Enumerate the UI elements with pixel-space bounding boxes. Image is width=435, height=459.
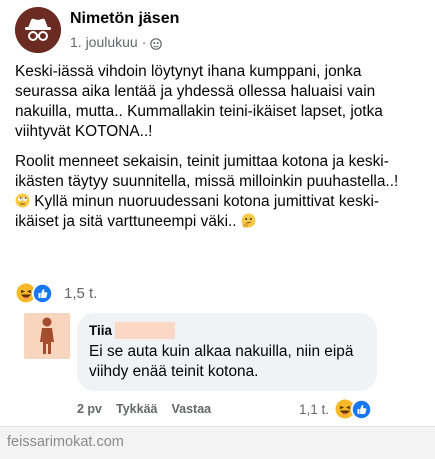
eye-roll-emoji-icon bbox=[15, 193, 30, 208]
comment-reaction-count: 1,1 t. bbox=[299, 401, 330, 417]
post-date[interactable]: 1. joulukuu bbox=[70, 33, 138, 51]
reply-button[interactable]: Vastaa bbox=[171, 402, 211, 416]
author-name[interactable]: Nimetön jäsen bbox=[70, 9, 179, 29]
comment-text: Ei se auta kuin alkaa nakuilla, niin eip… bbox=[89, 343, 354, 380]
avatar[interactable] bbox=[24, 313, 70, 359]
post-body: Keski-iässä vihdoin löytynyt ihana kumpp… bbox=[15, 62, 415, 242]
comment-time[interactable]: 2 pv bbox=[77, 402, 102, 416]
post-paragraph-2a: Roolit menneet sekaisin, teinit jumittaa… bbox=[15, 153, 399, 190]
reaction-icons bbox=[16, 282, 56, 304]
comment-actions: 2 pv Tykkää Vastaa bbox=[77, 402, 225, 416]
comment-author-name[interactable]: Tiia bbox=[89, 322, 112, 339]
meta-separator: · bbox=[141, 34, 147, 50]
like-button[interactable]: Tykkää bbox=[116, 402, 157, 416]
like-reaction-icon bbox=[351, 399, 373, 420]
footer: feissarimokat.com bbox=[0, 426, 435, 459]
globe-icon bbox=[150, 36, 163, 50]
comment-reaction-icons bbox=[335, 398, 373, 420]
anonymous-member-icon[interactable] bbox=[15, 7, 61, 53]
reaction-count[interactable]: 1,5 t. bbox=[64, 285, 97, 302]
post-paragraph-1: Keski-iässä vihdoin löytynyt ihana kumpp… bbox=[15, 63, 383, 140]
post-header: Nimetön jäsen 1. joulukuu · bbox=[15, 7, 179, 53]
like-reaction-icon bbox=[32, 283, 53, 304]
person-silhouette-icon bbox=[40, 317, 54, 354]
thinking-emoji-icon bbox=[241, 213, 256, 228]
author-meta: Nimetön jäsen 1. joulukuu · bbox=[70, 9, 179, 51]
post-meta: 1. joulukuu · bbox=[70, 33, 179, 51]
post-paragraph-2b: Kyllä minun nuoruudessani kotona jumitti… bbox=[15, 193, 380, 230]
comment-author: Tiia bbox=[89, 322, 365, 339]
comment-reactions[interactable]: 1,1 t. bbox=[299, 398, 373, 420]
post-paragraph-2: Roolit menneet sekaisin, teinit jumittaa… bbox=[15, 152, 415, 232]
comment-bubble: Tiia Ei se auta kuin alkaa nakuilla, nii… bbox=[77, 313, 377, 391]
name-redaction bbox=[115, 322, 176, 339]
site-watermark: feissarimokat.com bbox=[7, 434, 124, 450]
comment: Tiia Ei se auta kuin alkaa nakuilla, nii… bbox=[24, 313, 377, 391]
post-reactions[interactable]: 1,5 t. bbox=[16, 282, 97, 304]
